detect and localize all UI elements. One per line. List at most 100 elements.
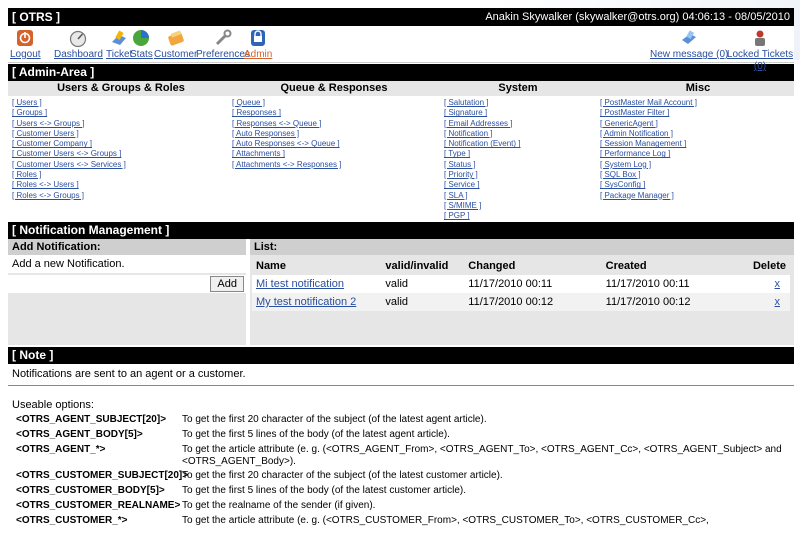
nav-label[interactable]: Admin	[244, 49, 272, 60]
admin-link[interactable]: [ Admin Notification ]	[600, 129, 673, 138]
admin-area-header: [ Admin-Area ]	[8, 64, 794, 81]
nav-label[interactable]: Locked Tickets (0)	[727, 49, 793, 72]
admin-link-item: [ SLA ]	[444, 191, 520, 201]
admin-link[interactable]: [ Notification ]	[444, 129, 492, 138]
admin-link[interactable]: [ Responses <-> Queue ]	[232, 119, 321, 128]
admin-link[interactable]: [ SysConfig ]	[600, 180, 645, 189]
option-key: <OTRS_AGENT_BODY[5]>	[16, 429, 143, 440]
admin-link-item: [ Users <-> Groups ]	[12, 119, 126, 129]
nav-label[interactable]: Logout	[10, 49, 41, 60]
admin-link[interactable]: [ Roles ]	[12, 170, 41, 179]
nav-logout[interactable]: Logout	[10, 28, 41, 60]
admin-link[interactable]: [ System Log ]	[600, 160, 651, 169]
admin-link[interactable]: [ Priority ]	[444, 170, 478, 179]
admin-link[interactable]: [ Customer Users ]	[12, 129, 79, 138]
nav-locked-tickets[interactable]: Locked Tickets (0)	[726, 28, 794, 72]
admin-link[interactable]: [ Service ]	[444, 180, 480, 189]
option-description: To get the first 20 character of the sub…	[182, 470, 503, 481]
admin-link[interactable]: [ Users <-> Groups ]	[12, 119, 84, 128]
col-created: Created	[601, 257, 749, 275]
admin-link-item: [ PostMaster Mail Account ]	[600, 98, 697, 108]
admin-link[interactable]: [ Type ]	[444, 149, 470, 158]
nav-label[interactable]: Preferences	[196, 49, 250, 60]
admin-link[interactable]: [ Attachments ]	[232, 149, 285, 158]
option-key: <OTRS_AGENT_SUBJECT[20]>	[16, 414, 167, 425]
changed-cell: 11/17/2010 00:11	[464, 275, 602, 293]
note-header: [ Note ]	[8, 347, 794, 364]
nav-stats[interactable]: Stats	[130, 28, 153, 60]
admin-link[interactable]: [ Queue ]	[232, 98, 265, 107]
created-cell: 11/17/2010 00:11	[601, 275, 749, 293]
nav-label[interactable]: New message (0)	[650, 49, 728, 60]
nav-label[interactable]: Customer	[154, 49, 197, 60]
column-heading: Misc	[685, 82, 711, 94]
created-cell: 11/17/2010 00:12	[601, 293, 749, 311]
admin-link[interactable]: [ Notification (Event) ]	[444, 139, 520, 148]
option-row: <OTRS_CUSTOMER_SUBJECT[20]> To get the fi…	[12, 470, 790, 483]
changed-cell: 11/17/2010 00:12	[464, 293, 602, 311]
option-key: <OTRS_CUSTOMER_BODY[5]>	[16, 485, 165, 496]
delete-link[interactable]: x	[775, 296, 787, 308]
nav-dashboard[interactable]: Dashboard	[54, 28, 103, 60]
admin-link[interactable]: [ Groups ]	[12, 108, 47, 117]
admin-link-item: [ Performance Log ]	[600, 149, 697, 159]
valid-cell: valid	[381, 275, 465, 293]
nav-label[interactable]: Stats	[130, 49, 153, 60]
admin-link-item: [ Roles <-> Users ]	[12, 180, 126, 190]
admin-link[interactable]: [ Status ]	[444, 160, 476, 169]
admin-link[interactable]: [ PostMaster Filter ]	[600, 108, 669, 117]
admin-link-item: [ Auto Responses <-> Queue ]	[232, 139, 341, 149]
admin-icon	[251, 30, 266, 46]
stats-icon	[133, 30, 150, 46]
admin-link[interactable]: [ S/MIME ]	[444, 201, 481, 210]
option-row: <OTRS_CUSTOMER_*> To get the article attr…	[12, 515, 790, 528]
top-bar: [ OTRS ] Anakin Skywalker (skywalker@otr…	[8, 8, 794, 26]
admin-link[interactable]: [ Attachments <-> Responses ]	[232, 160, 341, 169]
admin-link[interactable]: [ Users ]	[12, 98, 42, 107]
admin-link[interactable]: [ Responses ]	[232, 108, 281, 117]
add-notification-pane: Add Notification: Add a new Notification…	[8, 239, 246, 345]
nav-customer[interactable]: Customer	[154, 28, 197, 60]
admin-link-item: [ Type ]	[444, 149, 520, 159]
option-row: <OTRS_AGENT_SUBJECT[20]> To get the first…	[12, 414, 790, 427]
admin-link[interactable]: [ Customer Users <-> Services ]	[12, 160, 126, 169]
admin-link[interactable]: [ Performance Log ]	[600, 149, 670, 158]
admin-link[interactable]: [ PostMaster Mail Account ]	[600, 98, 697, 107]
admin-link[interactable]: [ SLA ]	[444, 191, 468, 200]
admin-link[interactable]: [ Session Management ]	[600, 139, 686, 148]
add-button[interactable]: Add	[210, 276, 244, 292]
admin-link-item: [ Session Management ]	[600, 139, 697, 149]
admin-link[interactable]: [ Roles <-> Groups ]	[12, 191, 84, 200]
nav-label[interactable]: Ticket	[106, 49, 132, 60]
admin-link[interactable]: [ Roles <-> Users ]	[12, 180, 79, 189]
nav-label[interactable]: Dashboard	[54, 49, 103, 60]
nav-new-message[interactable]: New message (0)	[650, 28, 728, 60]
admin-link[interactable]: [ Salutation ]	[444, 98, 488, 107]
option-description: To get the article attribute (e. g. (<OT…	[182, 515, 709, 526]
admin-link[interactable]: [ Auto Responses ]	[232, 129, 299, 138]
admin-link[interactable]: [ Package Manager ]	[600, 191, 674, 200]
useable-options: Useable options: <OTRS_AGENT_SUBJECT[20]…	[8, 386, 794, 528]
admin-link-item: [ GenericAgent ]	[600, 119, 697, 129]
nav-preferences[interactable]: Preferences	[196, 28, 250, 60]
nav-admin[interactable]: Admin	[244, 28, 272, 60]
admin-link[interactable]: [ Auto Responses <-> Queue ]	[232, 139, 340, 148]
nav-ticket[interactable]: Ticket	[106, 28, 132, 60]
otrs-frame: [ OTRS ] Anakin Skywalker (skywalker@otr…	[8, 8, 794, 530]
admin-link-item: [ Signature ]	[444, 108, 520, 118]
admin-link-item: [ Customer Users ]	[12, 129, 126, 139]
admin-link[interactable]: [ Customer Users <-> Groups ]	[12, 149, 121, 158]
admin-link[interactable]: [ GenericAgent ]	[600, 119, 658, 128]
ticket-icon	[112, 30, 127, 45]
admin-link[interactable]: [ SQL Box ]	[600, 170, 641, 179]
admin-link[interactable]: [ Customer Company ]	[12, 139, 92, 148]
admin-link[interactable]: [ PGP ]	[444, 211, 470, 220]
notification-name-link[interactable]: My test notification 2	[256, 296, 356, 308]
delete-link[interactable]: x	[775, 278, 787, 290]
admin-link-item: [ Attachments ]	[232, 149, 341, 159]
admin-link[interactable]: [ Signature ]	[444, 108, 487, 117]
notification-name-link[interactable]: Mi test notification	[256, 278, 344, 290]
col-name: Name	[252, 257, 382, 275]
admin-link[interactable]: [ Email Addresses ]	[444, 119, 512, 128]
admin-link-item: [ Groups ]	[12, 108, 126, 118]
